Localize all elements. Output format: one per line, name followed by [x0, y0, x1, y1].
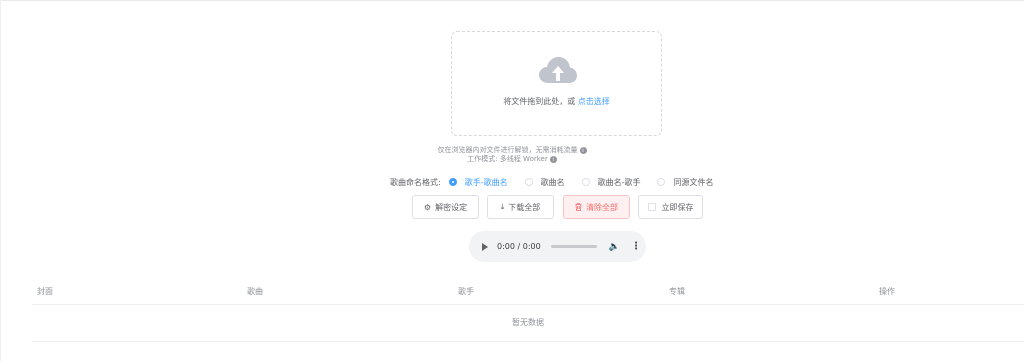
- top-border: [0, 0, 1024, 1]
- radio-dot: [524, 178, 533, 186]
- upload-hint: 将文件拖到此处，或 点击选择: [452, 96, 661, 107]
- radio-label: 歌手-歌曲名: [464, 177, 508, 187]
- column-header-album: 专辑: [669, 287, 685, 296]
- gear-icon: ⚙: [423, 202, 432, 212]
- clear-all-label: 清除全部: [586, 202, 618, 212]
- info-icon[interactable]: i: [549, 155, 557, 163]
- radio-artist-title[interactable]: 歌手-歌曲名: [448, 177, 508, 188]
- upload-hint-text: 将文件拖到此处，或: [503, 97, 578, 106]
- audio-progress-bar[interactable]: [550, 245, 597, 248]
- upload-cloud-icon: [539, 57, 577, 83]
- download-all-label: 下载全部: [508, 202, 541, 212]
- empty-text: 暂无数据: [512, 318, 544, 327]
- checkbox-box: [647, 203, 656, 211]
- left-border: [0, 0, 1, 361]
- tip-text-1: 仅在浏览器内对文件进行解锁，无需消耗流量: [437, 146, 578, 154]
- audio-player: 0:00 / 0:00 🔈 ⋮: [469, 231, 646, 262]
- radio-label: 歌曲名-歌手: [597, 177, 641, 187]
- save-immediately-checkbox[interactable]: 立即保存: [638, 195, 703, 219]
- choose-file-link[interactable]: 点击选择: [578, 97, 610, 106]
- volume-icon[interactable]: 🔈: [609, 242, 620, 252]
- download-icon: ⤓: [500, 202, 505, 211]
- radio-label: 同源文件名: [673, 177, 714, 187]
- info-icon[interactable]: i: [579, 146, 587, 154]
- column-header-title: 歌曲: [247, 287, 263, 296]
- naming-format-group: 歌曲命名格式: 歌手-歌曲名 歌曲名 歌曲名-歌手 同源文件名: [390, 176, 730, 188]
- radio-title-artist[interactable]: 歌曲名-歌手: [581, 177, 641, 188]
- decrypt-settings-label: 解密设定: [435, 202, 468, 212]
- naming-format-label: 歌曲命名格式:: [390, 177, 441, 187]
- clear-all-button[interactable]: 清除全部: [563, 195, 630, 219]
- radio-title[interactable]: 歌曲名: [524, 177, 565, 188]
- file-table: 封面 歌曲 歌手 专辑 操作 暂无数据: [32, 283, 1024, 342]
- column-header-cover: 封面: [37, 287, 53, 296]
- table-empty-state: 暂无数据: [32, 305, 1024, 342]
- decrypt-settings-button[interactable]: ⚙ 解密设定: [412, 195, 479, 219]
- more-options-icon[interactable]: ⋮: [631, 241, 641, 252]
- save-immediately-label: 立即保存: [661, 202, 694, 212]
- trash-icon: [575, 203, 582, 211]
- radio-same-filename[interactable]: 同源文件名: [657, 177, 713, 188]
- tip-text-2: 工作模式: 多线程 Worker: [467, 155, 548, 163]
- radio-dot: [657, 178, 666, 186]
- radio-label: 歌曲名: [540, 177, 565, 187]
- radio-dot: [448, 178, 457, 186]
- play-icon[interactable]: [482, 242, 488, 251]
- download-all-button[interactable]: ⤓ 下载全部: [487, 195, 554, 219]
- column-header-actions: 操作: [879, 287, 895, 296]
- upload-dropzone[interactable]: 将文件拖到此处，或 点击选择: [451, 31, 662, 136]
- tip-line-2: 工作模式: 多线程 Worker i: [0, 154, 1024, 164]
- radio-dot: [581, 178, 590, 186]
- audio-time: 0:00 / 0:00: [497, 242, 541, 251]
- table-header: 封面 歌曲 歌手 专辑 操作: [32, 283, 1024, 305]
- column-header-artist: 歌手: [458, 287, 474, 296]
